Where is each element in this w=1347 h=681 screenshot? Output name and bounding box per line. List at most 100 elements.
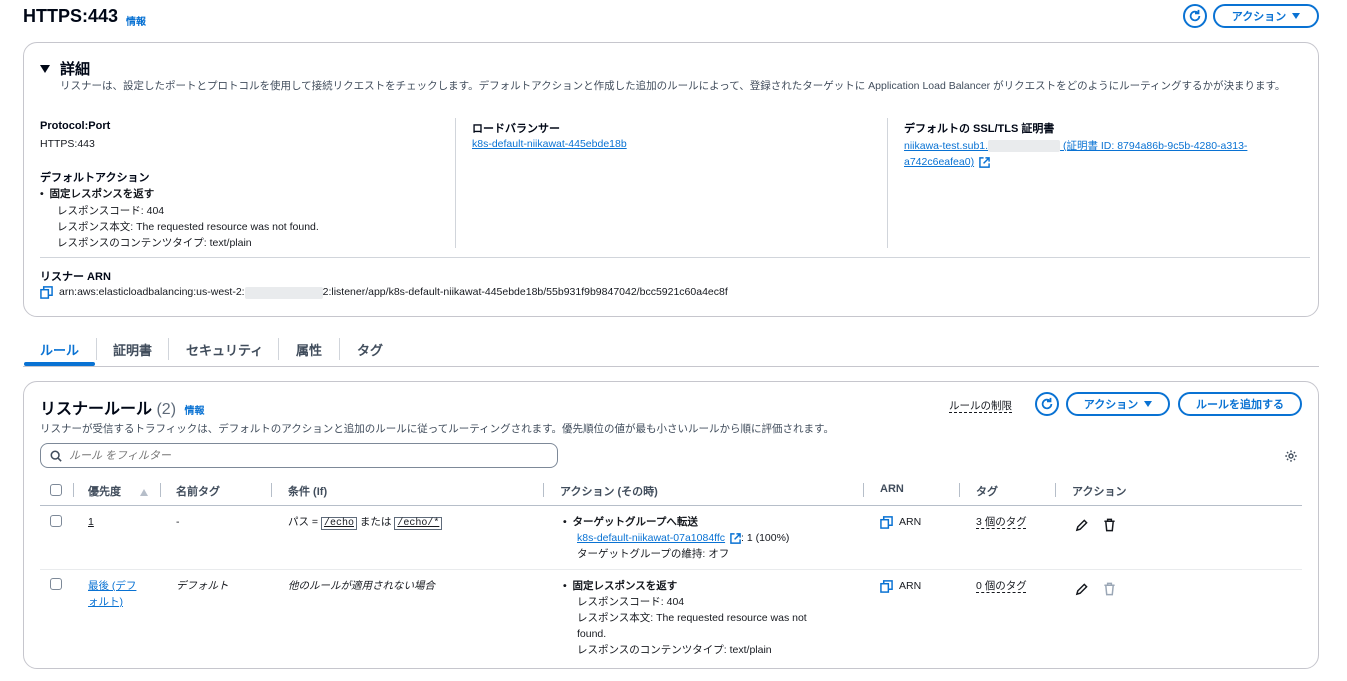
divider [455, 118, 456, 248]
details-toggle[interactable]: 詳細 [40, 58, 90, 79]
column-header-action[interactable]: アクション (その時) [560, 483, 658, 499]
rules-info-link[interactable]: 情報 [184, 406, 204, 417]
tab-certificates[interactable]: 証明書 [113, 340, 152, 359]
filter-field[interactable] [69, 449, 557, 462]
condition-path-value: /echo [320, 517, 357, 530]
column-separator [863, 483, 864, 497]
column-header-tags[interactable]: タグ [976, 483, 998, 499]
response-code: レスポンスコード: 404 [57, 205, 165, 217]
redacted-region [988, 140, 1061, 153]
edit-icon[interactable] [1075, 583, 1088, 596]
target-group-weight: : 1 (100%) [740, 532, 790, 544]
tab-attributes[interactable]: 属性 [296, 340, 322, 359]
refresh-button[interactable] [1183, 4, 1207, 28]
refresh-icon [1189, 9, 1201, 22]
rule-arn-copy[interactable]: ARN [880, 514, 921, 530]
settings-gear-icon[interactable] [1284, 449, 1298, 463]
tab-tags[interactable]: タグ [357, 340, 383, 359]
rules-actions-label: アクション [1083, 399, 1139, 411]
add-rule-button[interactable]: ルールを追加する [1178, 392, 1302, 416]
tab-separator [339, 338, 340, 360]
rule-tags-link[interactable]: 0 個のタグ [976, 578, 1027, 594]
rule-name-tag: - [176, 516, 180, 528]
column-separator [1055, 483, 1056, 497]
details-title: 詳細 [60, 61, 91, 78]
stickiness-text: ターゲットグループの維持: オフ [577, 548, 730, 560]
info-link[interactable]: 情報 [126, 13, 146, 28]
rules-filter-input[interactable] [40, 443, 558, 468]
column-header-priority[interactable]: 優先度 [88, 483, 149, 499]
target-group-link[interactable]: k8s-default-niikawat-07a1084ffc [577, 532, 725, 544]
details-description: リスナーは、設定したポートとプロトコルを使用して接続リクエストをチェックします。… [60, 80, 1286, 92]
column-separator [160, 483, 161, 497]
row-checkbox[interactable] [50, 515, 62, 527]
select-all-checkbox[interactable] [50, 484, 62, 496]
rules-actions-dropdown[interactable]: アクション [1066, 392, 1170, 416]
response-body-continued: found. [577, 628, 607, 640]
certificate-link-prefix[interactable]: niikawa-test.sub1. [904, 140, 988, 152]
rule-arn-copy[interactable]: ARN [880, 578, 921, 594]
column-separator [959, 483, 960, 497]
column-separator [543, 483, 544, 497]
response-content-type: レスポンスのコンテンツタイプ: text/plain [577, 644, 772, 656]
tab-security[interactable]: セキュリティ [186, 340, 263, 359]
response-content-type: レスポンスのコンテンツタイプ: text/plain [57, 237, 252, 249]
rule-priority-link[interactable]: 1 [88, 514, 94, 530]
caret-down-icon [1144, 401, 1153, 407]
arn-label: ARN [899, 516, 922, 528]
delete-icon[interactable] [1103, 518, 1116, 532]
tab-separator [96, 338, 97, 360]
priority-line-2[interactable]: ォルト) [88, 596, 123, 608]
edit-icon[interactable] [1075, 519, 1088, 532]
certificate-link[interactable]: niikawa-test.sub1. (証明書 ID: 8794a86b-9c5… [904, 138, 1294, 170]
tab-rules[interactable]: ルール [40, 340, 79, 359]
copy-icon[interactable] [40, 286, 53, 299]
load-balancer-link[interactable]: k8s-default-niikawat-445ebde18b [472, 138, 627, 150]
actions-label: アクション [1231, 11, 1287, 23]
certificate-link-line2[interactable]: a742c6eafea0) [904, 156, 974, 168]
rules-title: リスナールール (2) 情報 [40, 395, 204, 419]
external-link-icon [730, 532, 741, 544]
rule-condition: 他のルールが適用されない場合 [288, 580, 435, 592]
rule-condition: パス = /echo または /echo/* [288, 514, 443, 532]
priority-header-label: 優先度 [88, 486, 121, 498]
condition-or-text: または [356, 516, 395, 528]
rule-tags-link[interactable]: 3 個のタグ [976, 514, 1027, 530]
caret-down-icon [1292, 13, 1301, 19]
rules-description: リスナーが受信するトラフィックは、デフォルトのアクションと追加のルールに従ってル… [40, 423, 835, 435]
protocol-port-value: HTTPS:443 [40, 138, 95, 150]
certificate-label: デフォルトの SSL/TLS 証明書 [904, 123, 1055, 135]
rules-refresh-button[interactable] [1035, 392, 1059, 416]
copy-icon [880, 579, 893, 593]
rule-name-tag: デフォルト [176, 580, 229, 592]
column-separator [73, 483, 74, 497]
divider [887, 118, 888, 248]
response-body: レスポンス本文: The requested resource was not [577, 612, 807, 624]
external-link-icon [979, 156, 990, 168]
add-rule-label: ルールを追加する [1196, 399, 1284, 411]
page-title: HTTPS:443 [23, 6, 119, 26]
default-action-item: • 固定レスポンスを返す [40, 188, 155, 200]
column-header-condition[interactable]: 条件 (If) [288, 483, 327, 499]
condition-prefix: パス = [288, 516, 321, 528]
listener-arn-row: arn:aws:elasticloadbalancing:us-west-2: 2… [40, 286, 728, 299]
column-header-arn[interactable]: ARN [880, 483, 904, 495]
action-type: 固定レスポンスを返す [572, 580, 678, 592]
rule-limits-link[interactable]: ルールの制限 [949, 398, 1012, 413]
row-checkbox[interactable] [50, 578, 62, 590]
column-header-actions[interactable]: アクション [1072, 483, 1126, 499]
column-header-name-tag[interactable]: 名前タグ [176, 483, 220, 499]
rule-action: • 固定レスポンスを返す レスポンスコード: 404 レスポンス本文: The … [563, 580, 807, 656]
certificate-link-suffix[interactable]: (証明書 ID: 8794a86b-9c5b-4280-a313- [1060, 140, 1247, 152]
response-code: レスポンスコード: 404 [577, 596, 685, 608]
sort-ascending-icon [140, 488, 149, 496]
default-action-label: デフォルトアクション [40, 172, 150, 184]
response-body: レスポンス本文: The requested resource was not … [57, 221, 319, 233]
expand-caret-icon [40, 64, 50, 73]
redacted-region [244, 286, 323, 299]
actions-dropdown-button[interactable]: アクション [1213, 4, 1319, 28]
tab-separator [278, 338, 279, 360]
priority-line-1[interactable]: 最後 (デフ [88, 580, 136, 592]
rule-priority-link[interactable]: 最後 (デフ ォルト) [88, 578, 136, 610]
row-divider [40, 569, 1302, 570]
